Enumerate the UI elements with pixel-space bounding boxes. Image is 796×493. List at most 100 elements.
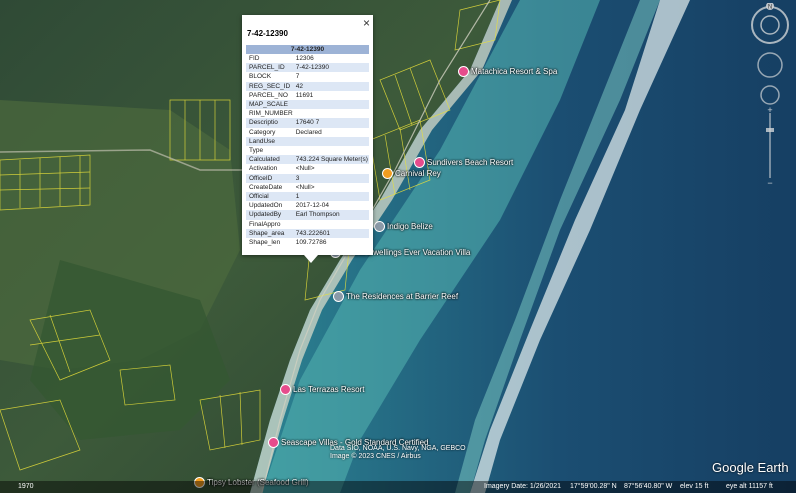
attribute-row: LandUse [246,136,369,147]
svg-text:−: − [767,178,772,188]
attribute-value: 743.224 Square Meter(s) [292,155,369,165]
attribute-row: Official 1 [246,192,369,202]
historical-year[interactable]: 1970 [18,483,34,490]
food-pin-icon [382,168,393,179]
attribute-value: 17640 7 [292,118,369,128]
attribute-name: PARCEL_NO [249,91,288,99]
credit-line: Data SIO, NOAA, U.S. Navy, NGA, GEBCO [330,445,466,452]
attribute-name: UpdatedBy [246,210,293,220]
place-label: The Residences at Barrier Reef [346,292,459,301]
attribute-name: Shape_len [249,239,281,247]
attribute-row: PARCEL_ID 7-42-12390 [246,63,369,73]
place-label: Las Terrazas Resort [293,385,365,394]
attribute-value: 42 [292,81,369,91]
parcel-info-popup: × 7-42-12390 7-42-12390 FID 12306 PARCEL_I… [242,15,373,263]
resort-pin-icon [414,157,425,168]
attribute-value: 1 [292,192,369,202]
attribute-name: BLOCK [249,73,272,81]
place-marker[interactable]: Matachica Resort & Spa [458,66,557,77]
attribute-row: Descriptio 17640 7 [246,118,369,128]
attribute-name: UpdatedOn [249,202,283,210]
attribute-row: OfficeID 3 [246,173,369,183]
zoom-slider[interactable]: + − [766,105,774,188]
attribute-value [293,109,369,118]
place-marker[interactable]: Indigo Belize [374,221,433,232]
imagery-credits: Data SIO, NOAA, U.S. Navy, NGA, GEBCO Im… [330,445,466,461]
hotel-pin-icon [374,221,385,232]
attribute-row: MAP_SCALE [246,100,369,110]
attribute-value: <Null> [295,183,315,191]
hotel-pin-icon [333,291,344,302]
resort-pin-icon [280,384,291,395]
attribute-row: UpdatedOn 2017-12-04 [246,201,369,210]
longitude-readout: 87°56'40.80" W [624,483,673,490]
attribute-name: MAP_SCALE [246,100,293,110]
place-marker[interactable]: Carnival Rey [382,168,441,179]
attribute-name: Shape_area [246,228,293,239]
attribute-name: Type [249,147,264,155]
attribute-name: Descriptio [246,118,293,128]
attribute-row: Shape_len 109.72786 [246,238,369,247]
attribute-row: UpdatedBy Earl Thompson [246,210,369,220]
attribute-value: 7-42-12390 [292,63,369,73]
attribute-name: Calculated [246,155,293,165]
attribute-name: LandUse [246,136,293,147]
attribute-value: 743.222601 [292,228,369,239]
attribute-value [293,220,369,229]
attribute-value: 7 [295,73,300,81]
attribute-name: FID [249,55,260,62]
resort-pin-icon [268,437,279,448]
attribute-value [292,136,369,147]
close-icon[interactable]: × [363,16,370,30]
attribute-name: PARCEL_ID [246,63,293,73]
attribute-row: PARCEL_NO 11691 [246,91,369,100]
attribute-name: OfficeID [246,173,293,183]
attribute-row: CreateDate <Null> [246,183,369,192]
north-indicator: N [768,5,772,11]
attribute-value: 11691 [295,91,314,99]
attribute-name: Activation [249,165,278,173]
move-joystick-icon[interactable] [760,85,780,105]
attribute-name: CreateDate [249,183,283,191]
attribute-value [293,146,369,155]
attribute-name: Category [249,128,276,136]
svg-text:+: + [767,105,772,115]
attribute-row: Type [246,146,369,155]
place-label: Matachica Resort & Spa [471,67,558,76]
attribute-name: Official [246,192,293,202]
attribute-row: RIM_NUMBER [246,109,369,118]
attribute-table: FID 12306 PARCEL_ID 7-42-12390 BLOCK 7 REG_SEC… [246,54,369,247]
attribute-row: REG_SEC_ID 42 [246,81,369,91]
attribute-table-header: 7-42-12390 [246,45,369,54]
attribute-name: REG_SEC_ID [246,81,293,91]
attribute-row: Activation <Null> [246,164,369,173]
place-marker[interactable]: The Residences at Barrier Reef [333,291,458,302]
attribute-name: RIM_NUMBER [249,110,293,118]
attribute-value: 109.72786 [295,239,327,247]
attribute-row: BLOCK 7 [246,72,369,81]
attribute-value [292,100,369,110]
attribute-value: Declared [295,128,322,136]
status-bar: 1970 Imagery Date: 1/26/2021 17°59'00.28… [0,481,796,493]
attribute-row: Shape_area 743.222601 [246,228,369,239]
imagery-date: Imagery Date: 1/26/2021 [484,483,562,490]
place-marker[interactable]: Las Terrazas Resort [280,384,364,395]
latitude-readout: 17°59'00.28" N [570,483,617,490]
look-joystick-icon[interactable] [757,52,783,78]
place-label: Sundivers Beach Resort [427,158,514,167]
attribute-row: Calculated 743.224 Square Meter(s) [246,155,369,165]
elevation-readout: elev 15 ft [680,483,709,490]
google-earth-logo: Google Earth [712,460,789,475]
attribute-value: 12306 [295,55,314,62]
attribute-value: 2017-12-04 [295,202,329,210]
navigation-controls: N + − [750,2,790,188]
eye-altitude-readout: eye alt 11157 ft [726,483,773,490]
credit-line: Image © 2023 CNES / Airbus [330,453,421,460]
place-marker[interactable]: Sundivers Beach Resort [414,157,513,168]
attribute-row: Category Declared [246,128,369,137]
resort-pin-icon [458,66,469,77]
attribute-row: FID 12306 [246,54,369,63]
attribute-row: FinalAppro [246,220,369,229]
attribute-value: 3 [292,173,369,183]
attribute-value: <Null> [295,165,315,173]
